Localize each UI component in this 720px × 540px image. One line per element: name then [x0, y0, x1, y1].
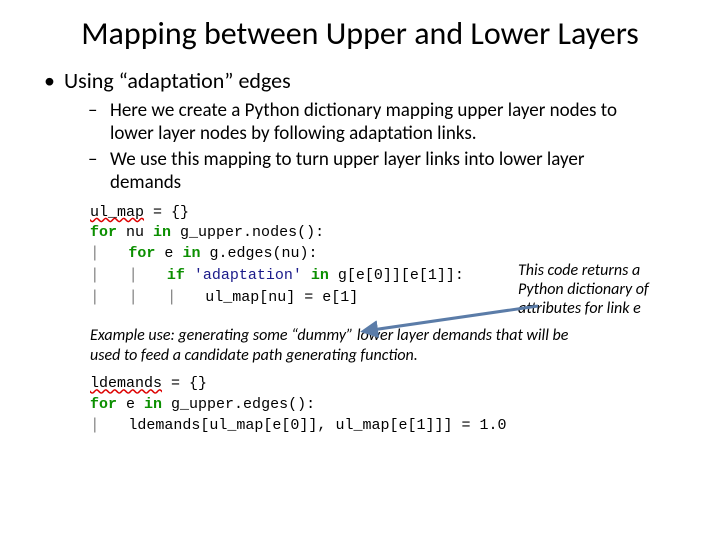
bullet-adaptation-edges: Using “adaptation” edges	[64, 67, 680, 94]
subbullet-create-dict: Here we create a Python dictionary mappi…	[110, 100, 680, 146]
slide-content: Mapping between Upper and Lower Layers U…	[0, 0, 720, 446]
slide-title: Mapping between Upper and Lower Layers	[40, 16, 680, 53]
code-annotation: This code returns a Python dictionary of…	[518, 261, 688, 319]
code-block-ldemands: ldemands = {} for e in g_upper.edges(): …	[90, 374, 680, 436]
example-use-note: Example use: generating some “dummy” low…	[90, 326, 680, 366]
subbullet-use-mapping: We use this mapping to turn upper layer …	[110, 149, 680, 195]
